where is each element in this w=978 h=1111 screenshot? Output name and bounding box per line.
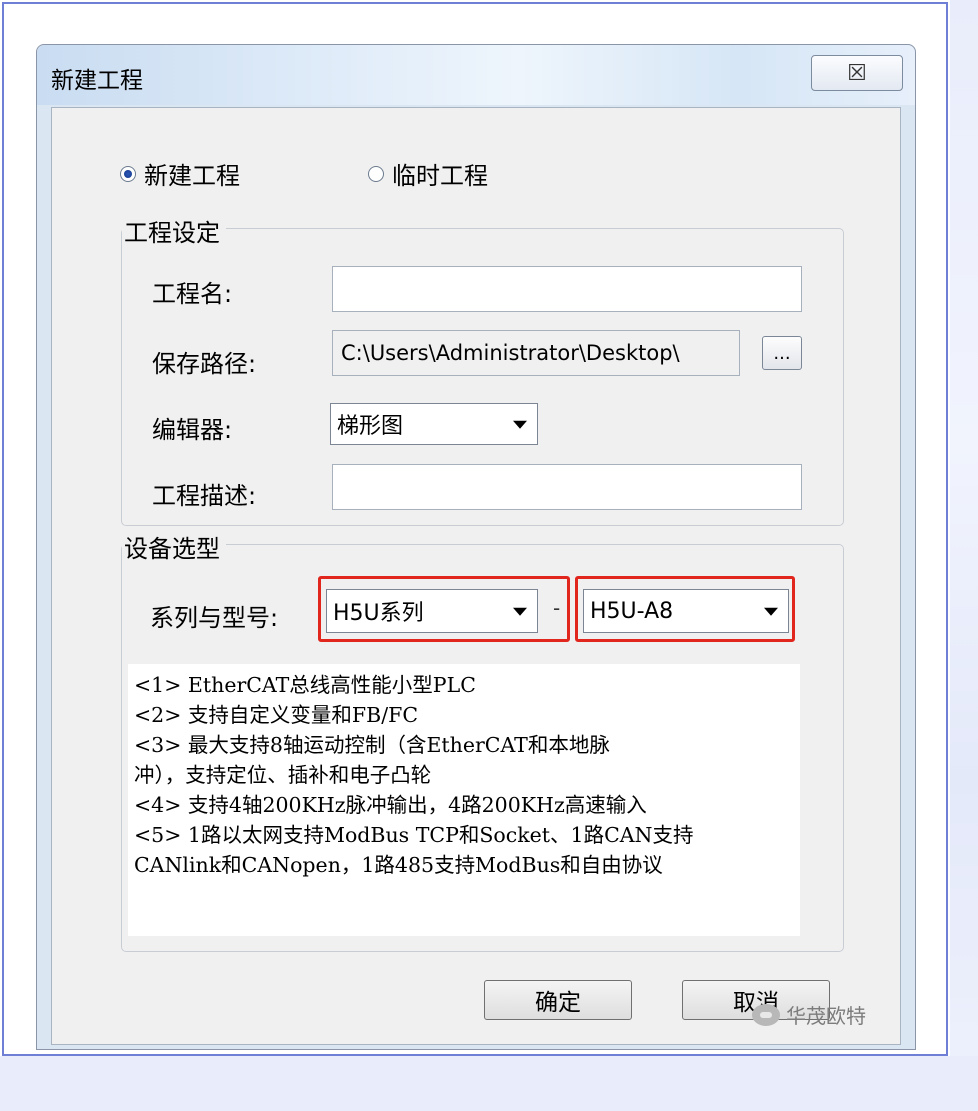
browse-button[interactable]: ... bbox=[762, 336, 802, 370]
project-name-input[interactable] bbox=[332, 266, 802, 312]
watermark-text: 华茂欧特 bbox=[786, 1004, 866, 1028]
description-line: <1> EtherCAT总线高性能小型PLC bbox=[134, 673, 476, 697]
model-highlight-box bbox=[575, 576, 795, 642]
ok-button-label: 确定 bbox=[535, 990, 581, 1016]
save-path-field[interactable]: C:\Users\Administrator\Desktop\ bbox=[332, 330, 740, 376]
description-line: <3> 最大支持8轴运动控制（含EtherCAT和本地脉 bbox=[134, 733, 610, 757]
radio-selected-icon bbox=[120, 165, 136, 182]
editor-label: 编辑器: bbox=[152, 416, 233, 444]
background-strip-bottom bbox=[0, 1056, 978, 1111]
radio-temporary-project-label: 临时工程 bbox=[392, 162, 488, 190]
project-description-input[interactable] bbox=[332, 464, 802, 510]
description-line: <2> 支持自定义变量和FB/FC bbox=[134, 703, 419, 727]
background-strip-right bbox=[950, 0, 978, 1111]
radio-new-project[interactable]: 新建工程 bbox=[120, 156, 240, 191]
wechat-icon bbox=[752, 1003, 780, 1026]
radio-unselected-icon bbox=[368, 165, 384, 182]
save-path-value: C:\Users\Administrator\Desktop\ bbox=[341, 341, 680, 365]
close-button[interactable]: ☒ bbox=[811, 55, 903, 91]
save-path-label: 保存路径: bbox=[152, 350, 257, 378]
project-settings-group-title: 工程设定 bbox=[122, 213, 226, 248]
series-model-label: 系列与型号: bbox=[150, 604, 279, 632]
project-description-label: 工程描述: bbox=[152, 482, 257, 510]
editor-dropdown[interactable]: 梯形图 bbox=[330, 403, 538, 445]
radio-new-project-label: 新建工程 bbox=[144, 162, 240, 190]
chevron-down-icon bbox=[513, 420, 527, 429]
radio-temporary-project[interactable]: 临时工程 bbox=[368, 156, 488, 191]
browse-ellipsis-icon: ... bbox=[773, 342, 791, 364]
title-bar[interactable]: 新建工程 ☒ bbox=[37, 45, 915, 105]
editor-selected-value: 梯形图 bbox=[337, 414, 404, 439]
close-icon: ☒ bbox=[847, 60, 867, 86]
project-name-label: 工程名: bbox=[152, 280, 233, 308]
ok-button[interactable]: 确定 bbox=[484, 980, 632, 1020]
description-line: 冲），支持定位、插补和电子凸轮 bbox=[134, 763, 432, 787]
device-selection-group-title: 设备选型 bbox=[122, 529, 226, 564]
series-highlight-box bbox=[318, 576, 570, 642]
watermark: 华茂欧特 bbox=[752, 1000, 866, 1029]
dialog-title: 新建工程 bbox=[51, 68, 143, 94]
description-line: <5> 1路以太网支持ModBus TCP和Socket、1路CAN支持 bbox=[134, 823, 694, 847]
description-line: <4> 支持4轴200KHz脉冲输出，4路200KHz高速输入 bbox=[134, 793, 647, 817]
series-model-separator: - bbox=[553, 596, 561, 620]
description-line: CANlink和CANopen，1路485支持ModBus和自由协议 bbox=[134, 853, 663, 877]
device-description-box: <1> EtherCAT总线高性能小型PLC <2> 支持自定义变量和FB/FC… bbox=[128, 664, 800, 936]
